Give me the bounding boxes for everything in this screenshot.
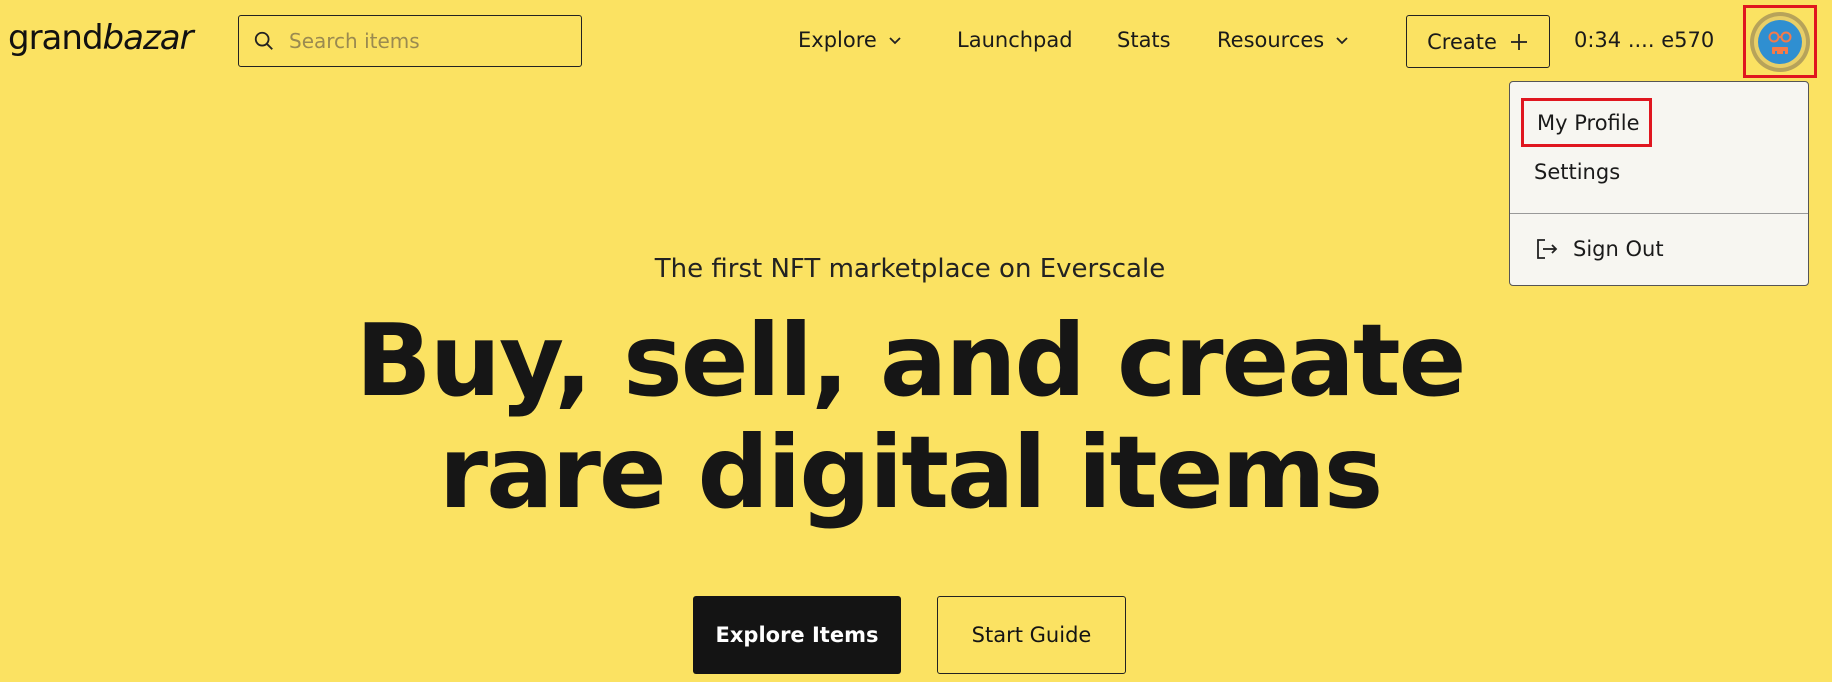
chevron-down-icon [889, 37, 901, 45]
menu-item-my-profile[interactable]: My Profile [1521, 98, 1652, 147]
nav-stats[interactable]: Stats [1117, 28, 1171, 52]
nav-explore-label: Explore [798, 28, 877, 52]
hero-headline-line2: rare digital items [438, 414, 1383, 531]
search-box[interactable] [238, 15, 582, 67]
logo[interactable]: grandbazar [8, 18, 194, 58]
wallet-address[interactable]: 0:34 .... e570 [1574, 28, 1714, 52]
menu-divider [1510, 213, 1808, 214]
start-guide-button[interactable]: Start Guide [937, 596, 1126, 674]
nav-launchpad[interactable]: Launchpad [957, 28, 1073, 52]
nav-resources-label: Resources [1217, 28, 1325, 52]
hero-headline: Buy, sell, and create rare digital items [0, 305, 1820, 529]
create-button-label: Create [1427, 29, 1497, 54]
hero-headline-line1: Buy, sell, and create [355, 302, 1467, 419]
search-input[interactable] [287, 28, 561, 54]
plus-icon [1510, 33, 1527, 50]
logo-text-grand: grand [8, 18, 104, 58]
nav-stats-label: Stats [1117, 28, 1171, 52]
chevron-down-icon [1336, 37, 1348, 45]
avatar-button[interactable] [1743, 5, 1817, 78]
search-icon [254, 31, 273, 50]
menu-item-settings[interactable]: Settings [1534, 160, 1620, 184]
avatar-icon [1750, 12, 1810, 72]
explore-items-button[interactable]: Explore Items [693, 596, 901, 674]
nav-explore[interactable]: Explore [798, 28, 903, 52]
nav-launchpad-label: Launchpad [957, 28, 1073, 52]
logo-text-bazar: bazar [102, 18, 194, 58]
nav-resources[interactable]: Resources [1217, 28, 1350, 52]
hero-tagline: The first NFT marketplace on Everscale [654, 254, 1166, 284]
create-button[interactable]: Create [1406, 15, 1550, 68]
